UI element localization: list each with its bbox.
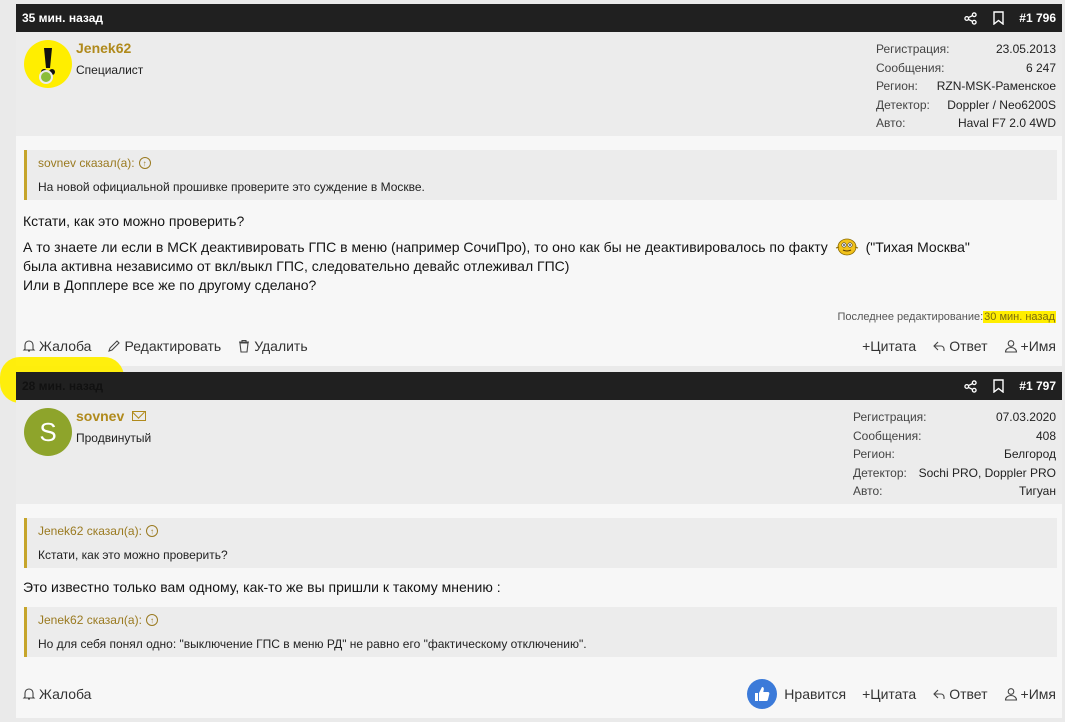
quote-author[interactable]: sovnev сказал(а): ↑ bbox=[38, 156, 1047, 170]
message-paragraph: А то знаете ли если в МСК деактивировать… bbox=[23, 238, 970, 293]
pencil-icon bbox=[108, 340, 121, 352]
trash-icon bbox=[239, 339, 250, 353]
share-icon[interactable] bbox=[963, 379, 977, 393]
like-button[interactable]: Нравится bbox=[747, 679, 846, 709]
online-status-icon bbox=[39, 70, 53, 84]
user-stats: Регистрация: 23.05.2013 Сообщения: 6 247 Р… bbox=[876, 42, 1056, 130]
mail-icon[interactable] bbox=[132, 411, 147, 421]
post-actions: Жалоба Нравится +Цитата Ответ +Имя bbox=[22, 679, 1056, 709]
post-number[interactable]: #1 797 bbox=[1019, 379, 1056, 393]
reply-button[interactable]: Ответ bbox=[932, 338, 988, 354]
user-info-bar: S sovnev Продвинутый Регистрация: 07.03.2… bbox=[16, 400, 1062, 504]
message-line: Кстати, как это можно проверить? bbox=[23, 213, 245, 229]
jump-to-quote-icon[interactable]: ↑ bbox=[145, 614, 158, 626]
share-icon[interactable] bbox=[963, 11, 977, 25]
post-header: 35 мин. назад #1 796 bbox=[16, 4, 1062, 32]
bookmark-icon[interactable] bbox=[991, 11, 1005, 25]
bookmark-icon[interactable] bbox=[991, 379, 1005, 393]
bell-icon bbox=[22, 340, 36, 352]
quote-author[interactable]: Jenek62 сказал(а): ↑ bbox=[38, 613, 1047, 627]
message-line: Это известно только вам одному, как-то ж… bbox=[23, 579, 501, 595]
quote-text: Но для себя понял одно: "выключение ГПС … bbox=[38, 637, 587, 651]
post-time[interactable]: 28 мин. назад bbox=[22, 379, 103, 393]
quote-button[interactable]: +Цитата bbox=[862, 338, 916, 354]
mention-button[interactable]: +Имя bbox=[1004, 338, 1056, 354]
mention-button[interactable]: +Имя bbox=[1004, 686, 1056, 702]
reply-icon bbox=[933, 689, 945, 699]
quote-block: Jenek62 сказал(а): ↑ Кстати, как это мож… bbox=[24, 518, 1057, 568]
report-button[interactable]: Жалоба bbox=[22, 686, 91, 702]
jump-to-quote-icon[interactable]: ↑ bbox=[138, 157, 151, 169]
quote-block: Jenek62 сказал(а): ↑ Но для себя понял о… bbox=[24, 607, 1057, 657]
user-stats: Регистрация: 07.03.2020 Сообщения: 408 Рег… bbox=[853, 410, 1056, 498]
edit-button[interactable]: Редактировать bbox=[107, 338, 221, 354]
report-button[interactable]: Жалоба bbox=[22, 338, 91, 354]
jump-to-quote-icon[interactable]: ↑ bbox=[145, 525, 158, 537]
smiley-icon bbox=[835, 238, 858, 256]
post-1797: 28 мин. назад #1 797 S sovnev Продвинуты… bbox=[16, 372, 1062, 718]
username[interactable]: Jenek62 bbox=[76, 40, 131, 56]
message-body: Это известно только вам одному, как-то ж… bbox=[23, 578, 1056, 597]
user-role: Специалист bbox=[76, 63, 144, 77]
reply-icon bbox=[933, 341, 945, 351]
reply-button[interactable]: Ответ bbox=[932, 686, 988, 702]
thumbs-up-icon bbox=[747, 679, 778, 709]
edited-time[interactable]: 30 мин. назад bbox=[983, 311, 1056, 323]
quote-text: На новой официальной прошивке проверите … bbox=[38, 180, 425, 194]
user-icon bbox=[1004, 340, 1017, 353]
post-time[interactable]: 35 мин. назад bbox=[22, 11, 103, 25]
post-actions: Жалоба Редактировать Удалить +Цитата Отв… bbox=[22, 335, 1056, 357]
message-body: Кстати, как это можно проверить? А то зн… bbox=[23, 212, 1056, 295]
quote-author[interactable]: Jenek62 сказал(а): ↑ bbox=[38, 524, 1047, 538]
post-1796: 35 мин. назад #1 796 Jenek62 Специалист … bbox=[16, 4, 1062, 366]
quote-button[interactable]: +Цитата bbox=[862, 686, 916, 702]
quote-block: sovnev сказал(а): ↑ На новой официальной… bbox=[24, 150, 1057, 200]
avatar[interactable]: S bbox=[24, 408, 72, 456]
delete-button[interactable]: Удалить bbox=[237, 338, 308, 354]
user-icon bbox=[1004, 688, 1017, 701]
post-header: 28 мин. назад #1 797 bbox=[16, 372, 1062, 400]
quote-text: Кстати, как это можно проверить? bbox=[38, 548, 228, 562]
last-edited: Последнее редактирование:30 мин. назад bbox=[837, 311, 1056, 323]
username[interactable]: sovnev bbox=[76, 408, 147, 424]
user-role: Продвинутый bbox=[76, 431, 152, 445]
post-number[interactable]: #1 796 bbox=[1019, 11, 1056, 25]
user-info-bar: Jenek62 Специалист Регистрация: 23.05.201… bbox=[16, 32, 1062, 136]
bell-icon bbox=[22, 688, 36, 700]
